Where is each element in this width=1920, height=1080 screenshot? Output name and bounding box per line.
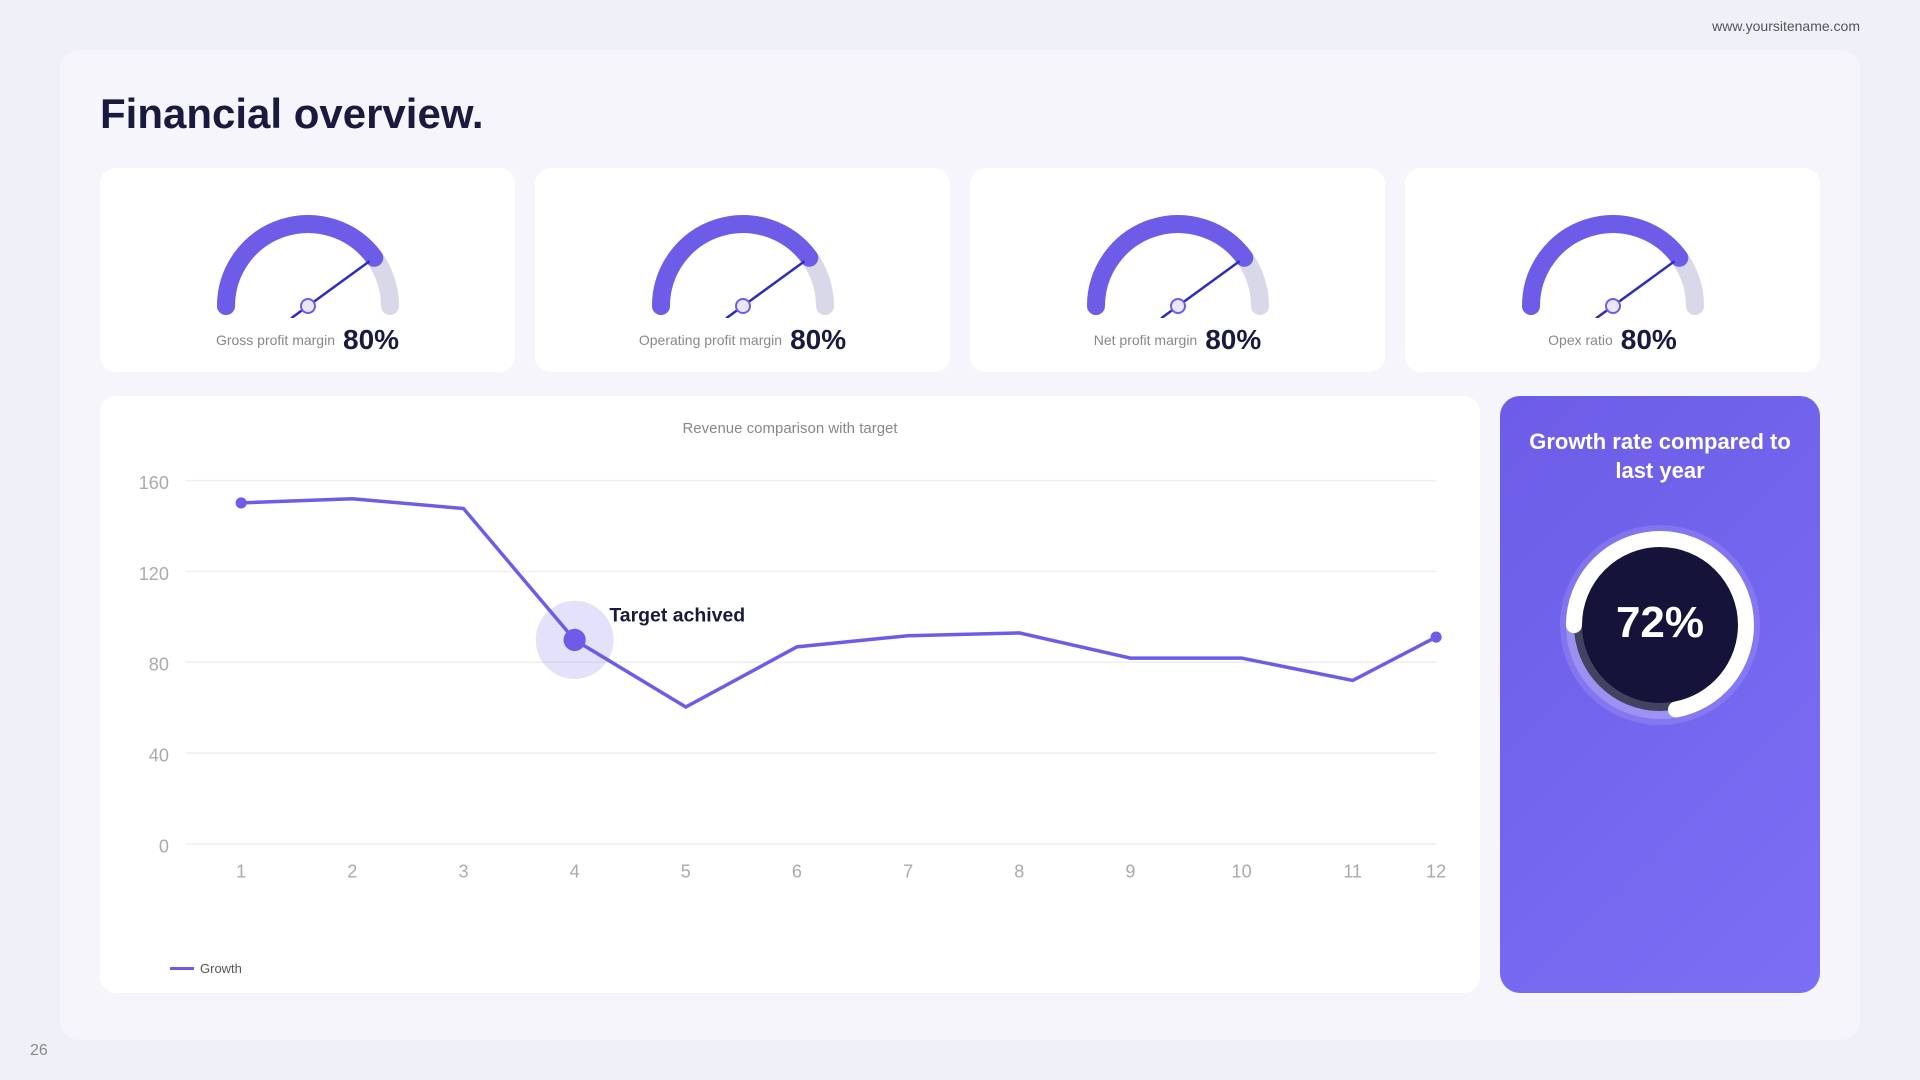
- svg-text:160: 160: [139, 473, 169, 493]
- bottom-row: Revenue comparison with target 160 120 8…: [100, 396, 1820, 993]
- svg-text:11: 11: [1343, 861, 1362, 881]
- gauge-label-net-profit: Net profit margin: [1094, 331, 1197, 349]
- svg-text:1: 1: [236, 861, 246, 881]
- svg-text:5: 5: [681, 861, 691, 881]
- gauge-label-operating-profit: Operating profit margin: [639, 332, 782, 348]
- gauge-label-row-opex-ratio: Opex ratio 80%: [1548, 324, 1677, 356]
- gauge-svg-opex-ratio: [1503, 188, 1723, 318]
- svg-text:40: 40: [149, 745, 169, 765]
- svg-text:80: 80: [149, 655, 169, 675]
- gauge-row: Gross profit margin 80% Operating profit …: [100, 168, 1820, 372]
- site-url: www.yoursitename.com: [1712, 18, 1860, 34]
- svg-text:8: 8: [1014, 861, 1024, 881]
- growth-rate-card: Growth rate compared to last year 72%: [1500, 396, 1820, 993]
- gauge-card-net-profit: Net profit margin 80%: [970, 168, 1385, 372]
- svg-text:6: 6: [792, 861, 802, 881]
- legend-line-icon: [170, 967, 194, 970]
- gauge-value-opex-ratio: 80%: [1621, 324, 1677, 356]
- chart-title: Revenue comparison with target: [130, 420, 1450, 437]
- gauge-svg-gross-profit: [198, 188, 418, 318]
- donut-chart: 72%: [1550, 515, 1770, 735]
- gauge-label-row-net-profit: Net profit margin 80%: [1094, 324, 1262, 356]
- gauge-value-net-profit: 80%: [1205, 324, 1261, 356]
- chart-legend: Growth: [170, 961, 1450, 976]
- gauge-value-operating-profit: 80%: [790, 324, 846, 356]
- svg-text:4: 4: [570, 861, 580, 881]
- svg-text:72%: 72%: [1616, 598, 1704, 647]
- main-container: Financial overview. Gross profit margin 8…: [60, 50, 1860, 1040]
- page-title: Financial overview.: [100, 90, 1820, 138]
- svg-text:0: 0: [159, 836, 169, 856]
- gauge-svg-net-profit: [1068, 188, 1288, 318]
- svg-text:12: 12: [1426, 861, 1446, 881]
- growth-card-title: Growth rate compared to last year: [1524, 428, 1796, 485]
- svg-text:9: 9: [1125, 861, 1135, 881]
- gauge-card-gross-profit: Gross profit margin 80%: [100, 168, 515, 372]
- gauge-label-row-gross-profit: Gross profit margin 80%: [216, 324, 399, 356]
- gauge-value-gross-profit: 80%: [343, 324, 399, 356]
- svg-text:3: 3: [458, 861, 468, 881]
- svg-text:2: 2: [347, 861, 357, 881]
- gauge-label-row-operating-profit: Operating profit margin 80%: [639, 324, 846, 356]
- gauge-svg-operating-profit: [633, 188, 853, 318]
- revenue-chart-card: Revenue comparison with target 160 120 8…: [100, 396, 1480, 993]
- svg-text:10: 10: [1232, 861, 1252, 881]
- legend-label: Growth: [200, 961, 242, 976]
- svg-text:120: 120: [139, 564, 169, 584]
- gauge-card-opex-ratio: Opex ratio 80%: [1405, 168, 1820, 372]
- gauge-label-gross-profit: Gross profit margin: [216, 332, 335, 348]
- svg-text:Target achived: Target achived: [609, 605, 745, 627]
- gauge-label-opex-ratio: Opex ratio: [1548, 332, 1613, 348]
- gauge-card-operating-profit: Operating profit margin 80%: [535, 168, 950, 372]
- svg-text:7: 7: [903, 861, 913, 881]
- page-number: 26: [30, 1042, 48, 1060]
